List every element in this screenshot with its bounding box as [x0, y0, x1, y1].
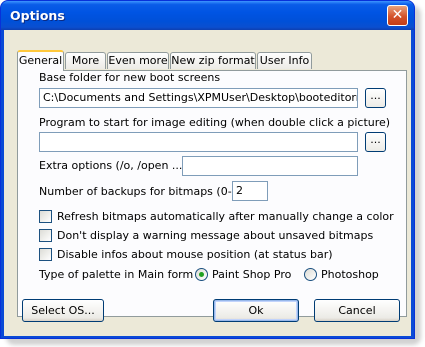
title-bar[interactable]: Options ✕: [1, 1, 414, 30]
photoshop-label[interactable]: Photoshop: [321, 268, 379, 281]
base-folder-browse-button[interactable]: ...: [365, 88, 386, 108]
editor-program-label: Program to start for image editing (when…: [39, 116, 391, 129]
mouse-position-label[interactable]: Disable infos about mouse position (at s…: [57, 248, 333, 261]
backups-input[interactable]: 2: [232, 181, 268, 201]
photoshop-radio[interactable]: [304, 268, 317, 281]
tab-general[interactable]: General: [17, 50, 64, 71]
window-title: Options: [10, 8, 65, 23]
editor-program-input[interactable]: [39, 132, 358, 152]
unsaved-warning-checkbox[interactable]: [39, 229, 52, 242]
refresh-bitmaps-label[interactable]: Refresh bitmaps automatically after manu…: [57, 210, 394, 223]
ok-button[interactable]: Ok: [213, 299, 299, 322]
base-folder-input[interactable]: C:\Documents and Settings\XPMUser\Deskto…: [39, 88, 358, 108]
unsaved-warning-label[interactable]: Don't display a warning message about un…: [57, 229, 373, 242]
extra-options-input[interactable]: [182, 156, 358, 176]
palette-type-label: Type of palette in Main form: [39, 268, 194, 281]
mouse-position-checkbox[interactable]: [39, 248, 52, 261]
options-dialog: Options ✕ General More Even more New zip…: [0, 0, 415, 339]
tab-more[interactable]: More: [65, 52, 106, 69]
tab-even-more[interactable]: Even more: [107, 52, 169, 69]
paint-shop-pro-label[interactable]: Paint Shop Pro: [212, 268, 291, 281]
backups-label: Number of backups for bitmaps (0-17): [39, 185, 250, 198]
close-button[interactable]: ✕: [387, 5, 408, 26]
editor-program-browse-button[interactable]: ...: [365, 132, 386, 152]
tab-new-zip-format[interactable]: New zip format: [170, 52, 256, 69]
refresh-bitmaps-checkbox[interactable]: [39, 210, 52, 223]
tab-user-info[interactable]: User Info: [257, 52, 312, 69]
cancel-button[interactable]: Cancel: [314, 299, 400, 322]
dialog-client-area: General More Even more New zip format Us…: [4, 30, 411, 336]
base-folder-label: Base folder for new boot screens: [39, 71, 221, 84]
general-tab-panel: Base folder for new boot screens C:\Docu…: [17, 70, 407, 317]
select-os-button[interactable]: Select OS...: [22, 299, 104, 322]
extra-options-label: Extra options (/o, /open ...): [39, 159, 187, 172]
paint-shop-pro-radio[interactable]: [195, 268, 208, 281]
